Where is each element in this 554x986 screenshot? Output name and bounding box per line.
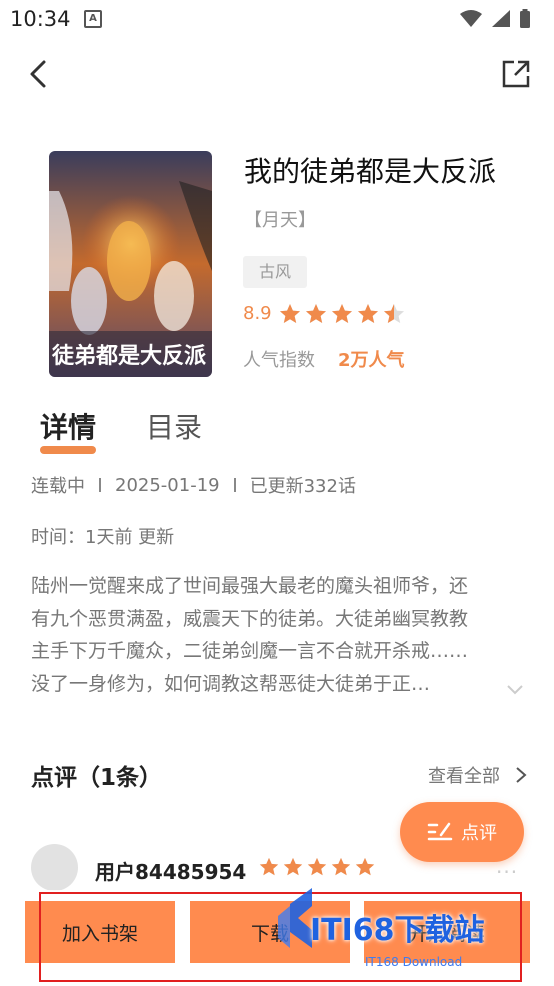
reviews-heading: 点评（1条） <box>31 765 163 791</box>
synopsis-line: 主手下万千魔众，二徒弟剑魔一言不合就开杀戒…… <box>31 640 469 662</box>
expand-chevron-icon[interactable] <box>504 682 526 698</box>
book-title: 我的徒弟都是大反派 <box>244 155 497 188</box>
more-options-icon[interactable]: ··· <box>496 860 518 884</box>
write-review-label: 点评 <box>461 823 497 844</box>
cover-image: 徒弟都是大反派 <box>49 151 212 377</box>
status-time: 10:34 <box>10 7 71 31</box>
book-cover[interactable]: 徒弟都是大反派 <box>49 151 212 377</box>
reviewer-stars <box>258 856 376 878</box>
book-author[interactable]: 【月天】 <box>244 206 316 232</box>
wifi-signal-battery-icon <box>460 9 530 28</box>
notification-icon: A <box>84 10 102 28</box>
star-icon <box>358 304 378 323</box>
synopsis-line: 没了一身修为，如何调教这帮恶徒大徒弟于正… <box>31 672 431 695</box>
tab-catalog[interactable]: 目录 <box>146 406 202 446</box>
star-icon <box>280 304 300 323</box>
avatar[interactable] <box>31 844 78 891</box>
write-review-button[interactable]: 点评 <box>400 802 524 862</box>
serial-status: 连载中 <box>31 476 85 497</box>
star-icon <box>307 857 327 876</box>
back-button[interactable] <box>22 56 58 92</box>
watermark-text: ITI68下载站 <box>310 913 485 948</box>
synopsis[interactable]: 陆州一觉醒来成了世间最强大最老的魔头祖师爷，还 有九个恶贯满盈，威震天下的徒弟。… <box>31 570 531 700</box>
add-to-shelf-button[interactable]: 加入书架 <box>25 901 175 963</box>
chevron-right-icon[interactable] <box>514 766 528 784</box>
synopsis-line: 有九个恶贯满盈，威震天下的徒弟。大徒弟幽冥教教 <box>31 607 469 630</box>
status-bar: 10:34 A <box>0 0 554 38</box>
meta-divider <box>233 478 236 492</box>
back-arrow-icon <box>30 60 46 88</box>
cover-title-text: 徒弟都是大反派 <box>51 343 206 369</box>
genre-tag[interactable]: 古风 <box>243 256 307 288</box>
tab-active-indicator <box>40 446 96 454</box>
share-button[interactable] <box>500 58 532 90</box>
reviewer-name[interactable]: 用户84485954 <box>95 856 246 885</box>
star-icon <box>283 857 303 876</box>
top-nav <box>0 38 554 118</box>
share-icon <box>502 60 530 88</box>
update-date: 2025-01-19 <box>115 474 220 496</box>
rating-score: 8.9 <box>243 303 272 324</box>
popularity-value: 2万人气 <box>338 350 405 371</box>
rating-stars <box>278 302 406 326</box>
star-icon <box>355 857 375 876</box>
edit-list-icon <box>427 822 453 841</box>
star-icon <box>331 857 351 876</box>
star-icon <box>332 304 352 323</box>
status-icons <box>458 8 544 34</box>
star-icon <box>306 304 326 323</box>
star-icon <box>384 304 404 323</box>
chapter-count: 已更新332话 <box>249 476 356 497</box>
synopsis-line: 陆州一觉醒来成了世间最强大最老的魔头祖师爷，还 <box>31 575 469 597</box>
tab-details[interactable]: 详情 <box>40 406 96 446</box>
view-all-link[interactable]: 查看全部 <box>428 762 500 788</box>
book-meta: 连载中 2025-01-19 已更新332话 <box>31 472 356 498</box>
popularity-label: 人气指数 <box>243 350 315 371</box>
watermark-subtext: IT168 Download <box>365 955 463 969</box>
update-time: 时间：1天前 更新 <box>31 527 175 548</box>
meta-divider <box>99 478 101 492</box>
star-icon <box>259 857 279 876</box>
